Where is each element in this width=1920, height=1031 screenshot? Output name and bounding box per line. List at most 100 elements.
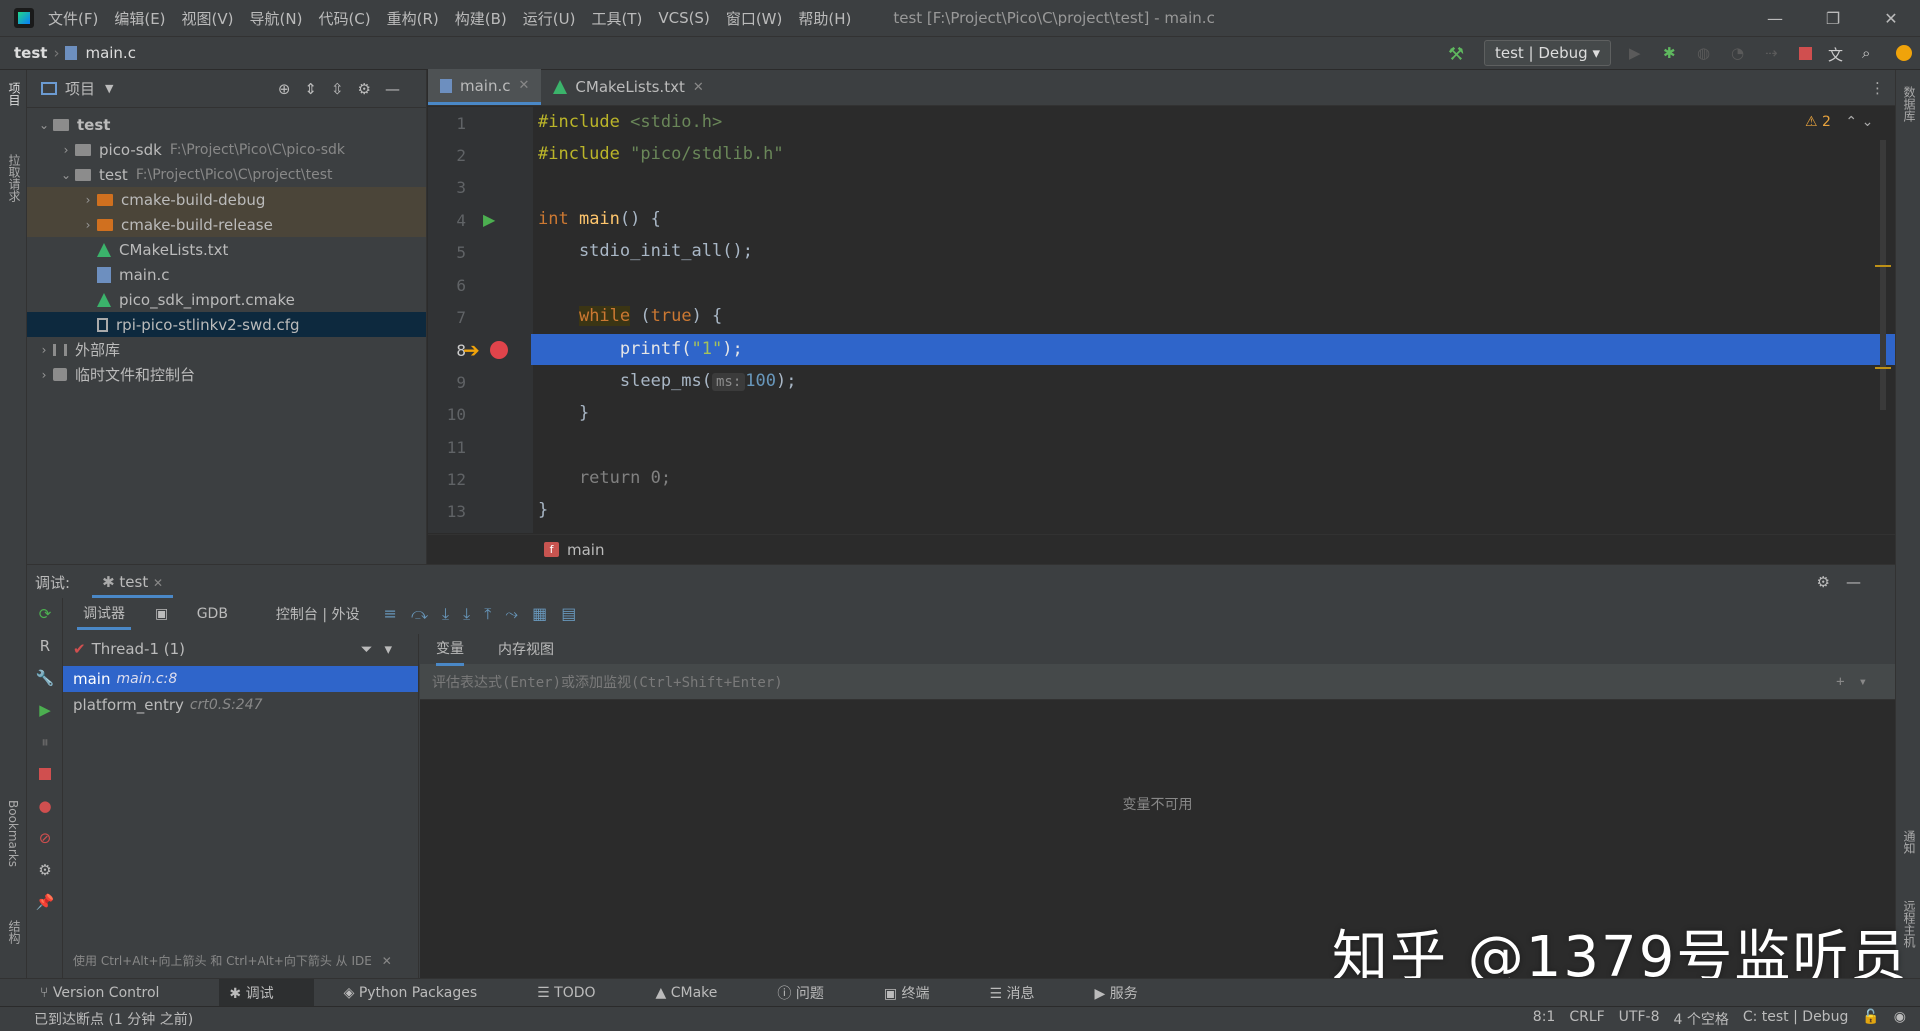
toolwindow-todo[interactable]: ☰ TODO [537,985,625,1001]
tab-cmakelists[interactable]: CMakeLists.txt ✕ [541,69,715,105]
toolwindow-terminal[interactable]: ▣ 终端 [884,983,960,1003]
toolwindow-version-control[interactable]: ⑂ Version Control [40,985,189,1001]
restore-icon[interactable]: ❐ [1804,9,1862,28]
indent-setting[interactable]: 4 个空格 [1673,1009,1728,1029]
project-panel-actions[interactable]: ⊕⇕⇳⚙— [278,80,414,98]
minimize-icon[interactable]: — [1746,9,1804,28]
menu-refactor[interactable]: 重构(R) [387,8,439,29]
tab-console[interactable]: 控制台 | 外设 [276,604,360,624]
menu-tools[interactable]: 工具(T) [591,8,642,29]
notifications-tool-tab[interactable]: 通知 [1901,830,1918,854]
code-line-10[interactable]: } [538,403,589,423]
tree-item[interactable]: ⌄ test F:\Project\Pico\C\project\test [27,162,426,187]
breakpoint-icon[interactable] [490,341,508,359]
resolve-context[interactable]: C: test | Debug [1743,1009,1849,1029]
restore-layout-icon[interactable]: R [27,630,63,662]
menu-help[interactable]: 帮助(H) [798,8,851,29]
menu-window[interactable]: 窗口(W) [726,8,783,29]
profile-icon[interactable]: ◍ [1697,44,1715,62]
rerun-icon[interactable]: ⟳ [27,598,63,630]
close-icon[interactable]: ✕ [153,576,163,590]
tree-item[interactable]: ⌄ test [27,112,426,137]
code-line-7[interactable]: while (true) { [538,306,722,326]
tree-item[interactable]: CMakeLists.txt [27,237,426,262]
close-icon[interactable]: ✕ [382,954,392,968]
close-icon[interactable]: ✕ [1862,9,1920,28]
menu-build[interactable]: 构建(B) [455,8,507,29]
chevron-right-icon[interactable]: › [57,143,75,157]
warning-indicator[interactable]: ⚠ 2 ⌃ ⌄ [1805,114,1873,130]
debug-window-actions[interactable]: ⚙— [1817,573,1877,591]
toolwindow-cmake[interactable]: ▲ CMake [656,985,748,1001]
menu-navigate[interactable]: 导航(N) [250,8,303,29]
caret-position[interactable]: 8:1 [1533,1009,1556,1029]
structure-tool-tab[interactable]: 结构 [6,920,23,944]
pause-icon[interactable]: ⏸ [27,726,63,758]
toolwindow-services[interactable]: ▶ 服务 [1095,983,1168,1003]
code-line-12[interactable]: return 0; [538,468,671,488]
tree-item[interactable]: main.c [27,262,426,287]
toolwindow-messages[interactable]: ☰ 消息 [990,983,1065,1003]
database-tool-tab[interactable]: 数据库 [1901,86,1918,122]
tree-item[interactable]: › 外部库 [27,337,426,362]
chevron-down-icon[interactable]: ⌄ [35,118,53,132]
file-encoding[interactable]: UTF-8 [1619,1009,1660,1029]
resume-icon[interactable]: ▶ [27,694,63,726]
tab-memory-view[interactable]: 内存视图 [498,639,554,659]
editor-scrollbar[interactable] [1880,140,1886,410]
filter-icon[interactable]: ⏷▾ [360,640,404,658]
settings-wrench-icon[interactable]: 🔧 [27,662,63,694]
breadcrumb-function[interactable]: main [567,541,604,559]
toolwindow-python-packages[interactable]: ◈ Python Packages [344,985,508,1001]
tree-item[interactable]: rpi-pico-stlinkv2-swd.cfg [27,312,426,337]
code-line-1[interactable]: #include <stdio.h> [538,112,722,132]
update-icon[interactable] [1896,45,1912,61]
code-line-9[interactable]: sleep_ms(ms: 100); [538,371,797,391]
view-breakpoints-icon[interactable]: ● [27,790,63,822]
stack-frame[interactable]: main main.c:8 [63,666,418,692]
add-watch-icon[interactable]: +▾ [1836,674,1881,690]
coverage-icon[interactable]: ◔ [1731,44,1749,62]
project-panel-title[interactable]: 项目 [65,78,95,99]
toolwindow-debug[interactable]: ✱ 调试 [219,978,314,1007]
tab-variables[interactable]: 变量 [436,633,464,666]
more-tabs-icon[interactable]: ⋮ [1870,79,1885,97]
attach-icon[interactable]: ⇢ [1765,44,1783,62]
chevron-down-icon[interactable]: ▼ [105,82,113,95]
tree-item[interactable]: › cmake-build-debug [27,187,426,212]
bookmarks-tool-tab[interactable]: Bookmarks [6,800,20,867]
toolwindow-problems[interactable]: ⓘ 问题 [777,983,853,1003]
status-message[interactable]: 已到达断点 (1 分钟 之前) [34,1009,193,1029]
code-line-8[interactable]: printf("1"); [538,339,743,359]
thread-selector[interactable]: ✔ Thread-1 (1) ⏷▾ [63,634,418,664]
menu-edit[interactable]: 编辑(E) [114,8,165,29]
close-icon[interactable]: ✕ [519,78,530,93]
tab-gdb[interactable]: ▣ GDB [155,606,252,622]
debug-session-tab[interactable]: ✱ test ✕ [92,567,174,598]
menu-vcs[interactable]: VCS(S) [658,9,709,27]
chevron-right-icon[interactable]: › [79,218,97,232]
pin-icon[interactable]: 📌 [27,886,63,918]
inspection-icon[interactable]: ◉ [1894,1009,1906,1029]
stack-frame[interactable]: platform_entry crt0.S:247 [63,692,418,718]
tab-debugger[interactable]: 调试器 [77,599,131,630]
code-line-13[interactable]: } [538,500,548,520]
chevron-right-icon[interactable]: › [35,368,53,382]
tree-item[interactable]: › cmake-build-release [27,212,426,237]
code-line-5[interactable]: stdio_init_all(); [538,241,753,261]
tab-main-c[interactable]: main.c ✕ [428,69,542,105]
translate-icon[interactable]: 文 [1828,44,1846,64]
breadcrumb-project[interactable]: test [14,44,47,62]
tree-item[interactable]: › pico-sdk F:\Project\Pico\C\pico-sdk [27,137,426,162]
tree-item[interactable]: pico_sdk_import.cmake [27,287,426,312]
gear-icon[interactable]: ⚙ [27,854,63,886]
run-icon[interactable]: ▶ [1629,44,1647,62]
warning-stripe[interactable] [1875,265,1891,267]
pull-requests-tool-tab[interactable]: 拉取请求 [6,154,23,202]
run-configuration-select[interactable]: test | Debug ▾ [1483,40,1611,66]
tree-item[interactable]: › 临时文件和控制台 [27,362,426,387]
breadcrumb-file[interactable]: main.c [85,44,136,62]
line-separator[interactable]: CRLF [1569,1009,1604,1029]
build-hammer-icon[interactable]: ⚒ [1448,44,1466,65]
chevron-down-icon[interactable]: ⌄ [57,168,75,182]
